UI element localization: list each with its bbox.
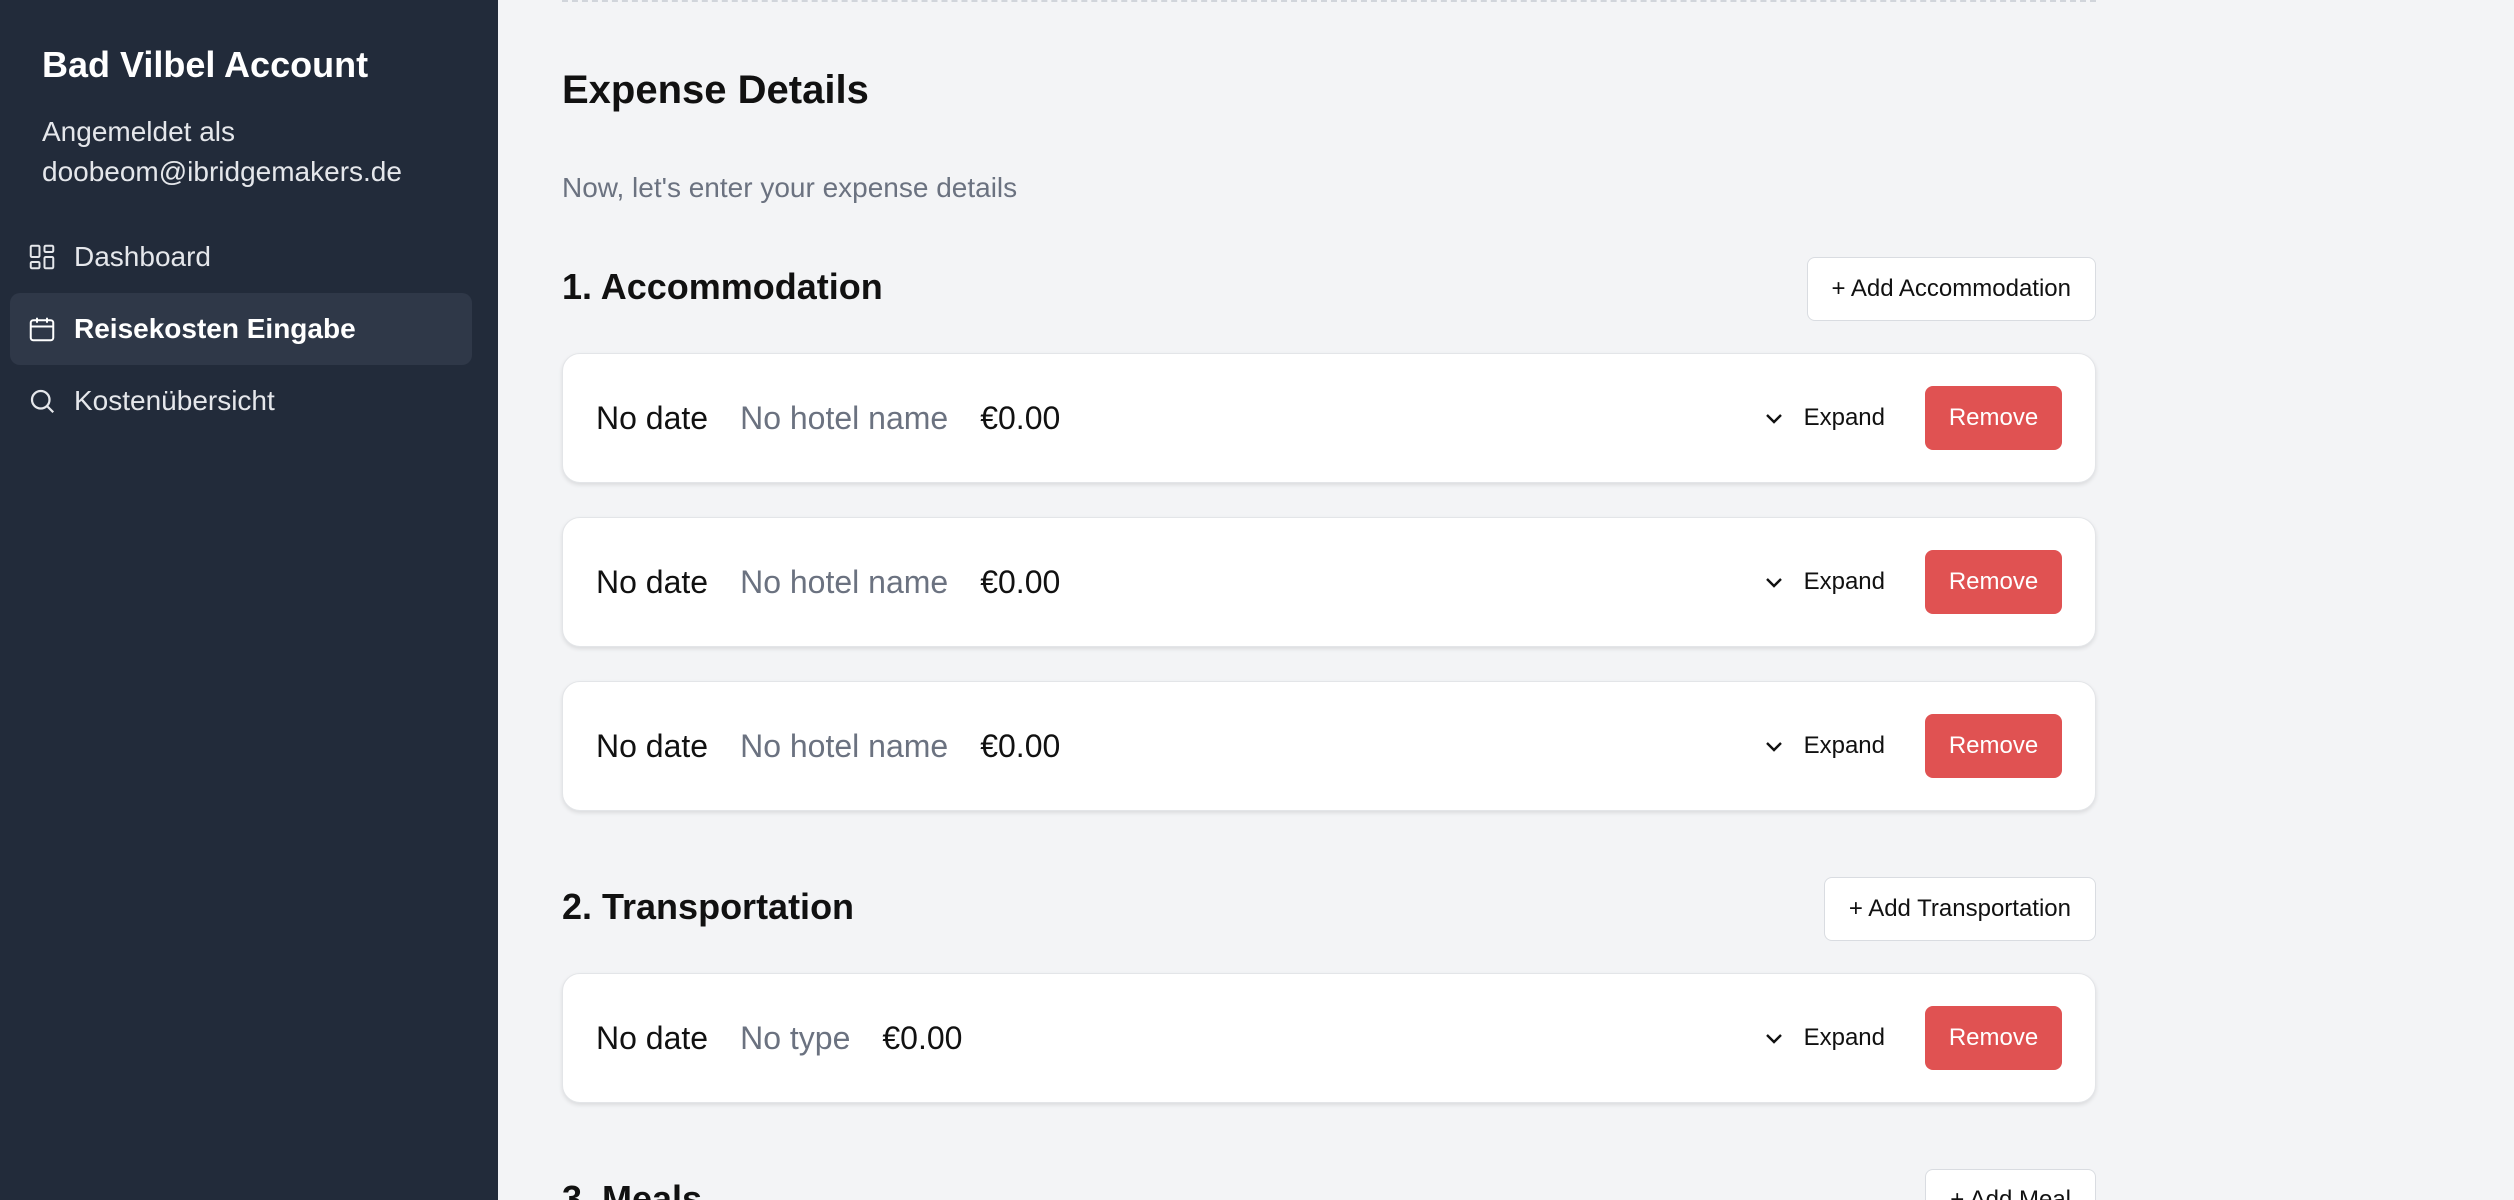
- accommodation-item: No date No hotel name €0.00 Expand Remov…: [562, 353, 2096, 483]
- expand-label: Expand: [1803, 1024, 1885, 1051]
- item-date: No date: [596, 727, 709, 764]
- search-icon: [26, 385, 58, 417]
- sidebar: Bad Vilbel Account Angemeldet als doobeo…: [0, 0, 498, 1200]
- sidebar-item-label: Dashboard: [74, 241, 211, 272]
- accommodation-item: No date No hotel name €0.00 Expand Remov…: [562, 517, 2096, 647]
- item-hotel-name: No hotel name: [740, 563, 949, 600]
- signed-in-info: Angemeldet als doobeom@ibridgemakers.de: [42, 112, 402, 192]
- chevron-down-icon: [1765, 1034, 1782, 1044]
- item-hotel-name: No hotel name: [740, 399, 949, 436]
- expand-label: Expand: [1803, 732, 1885, 759]
- item-date: No date: [596, 563, 709, 600]
- item-date: No date: [596, 399, 709, 436]
- expand-button[interactable]: Expand: [1762, 568, 1885, 596]
- signed-in-label: Angemeldet als: [42, 116, 236, 147]
- item-amount: €0.00: [980, 399, 1061, 436]
- sidebar-item-dashboard[interactable]: Dashboard: [10, 221, 472, 293]
- chevron-down-icon: [1765, 578, 1782, 588]
- calendar-icon: [26, 313, 58, 345]
- dashboard-icon: [26, 241, 58, 273]
- remove-button[interactable]: Remove: [1925, 714, 2062, 778]
- remove-button[interactable]: Remove: [1925, 386, 2062, 450]
- expand-label: Expand: [1803, 568, 1885, 595]
- brand-title: Bad Vilbel Account: [42, 44, 369, 85]
- page-title: Expense Details: [562, 68, 869, 112]
- page-subtitle: Now, let's enter your expense details: [562, 172, 1018, 203]
- item-amount: €0.00: [882, 1019, 963, 1056]
- item-hotel-name: No hotel name: [740, 727, 949, 764]
- sidebar-item-label: Kostenübersicht: [74, 385, 275, 416]
- divider: [562, 0, 2096, 2]
- item-amount: €0.00: [980, 727, 1061, 764]
- item-date: No date: [596, 1019, 709, 1056]
- chevron-down-icon: [1765, 414, 1782, 424]
- user-email: doobeom@ibridgemakers.de: [42, 156, 402, 187]
- main-content: Expense Details Now, let's enter your ex…: [498, 0, 2514, 1200]
- item-type: No type: [740, 1019, 851, 1056]
- expand-button[interactable]: Expand: [1762, 404, 1885, 432]
- remove-button[interactable]: Remove: [1925, 550, 2062, 614]
- add-meal-button[interactable]: + Add Meal: [1925, 1169, 2096, 1200]
- accommodation-item: No date No hotel name €0.00 Expand Remov…: [562, 681, 2096, 811]
- expand-button[interactable]: Expand: [1762, 1024, 1885, 1052]
- remove-button[interactable]: Remove: [1925, 1006, 2062, 1070]
- sidebar-item-kostenuebersicht[interactable]: Kostenübersicht: [10, 365, 472, 437]
- transportation-item: No date No type €0.00 Expand Remove: [562, 973, 2096, 1103]
- section-title-meals: 3. Meals: [562, 1178, 703, 1200]
- chevron-down-icon: [1765, 742, 1782, 752]
- item-amount: €0.00: [980, 563, 1061, 600]
- sidebar-item-reisekosten-eingabe[interactable]: Reisekosten Eingabe: [10, 293, 472, 365]
- sidebar-item-label: Reisekosten Eingabe: [74, 313, 356, 344]
- section-title-transportation: 2. Transportation: [562, 886, 855, 927]
- section-title-accommodation: 1. Accommodation: [562, 266, 883, 307]
- expand-label: Expand: [1803, 404, 1885, 431]
- add-transportation-button[interactable]: + Add Transportation: [1823, 877, 2096, 941]
- add-accommodation-button[interactable]: + Add Accommodation: [1806, 257, 2096, 321]
- expand-button[interactable]: Expand: [1762, 732, 1885, 760]
